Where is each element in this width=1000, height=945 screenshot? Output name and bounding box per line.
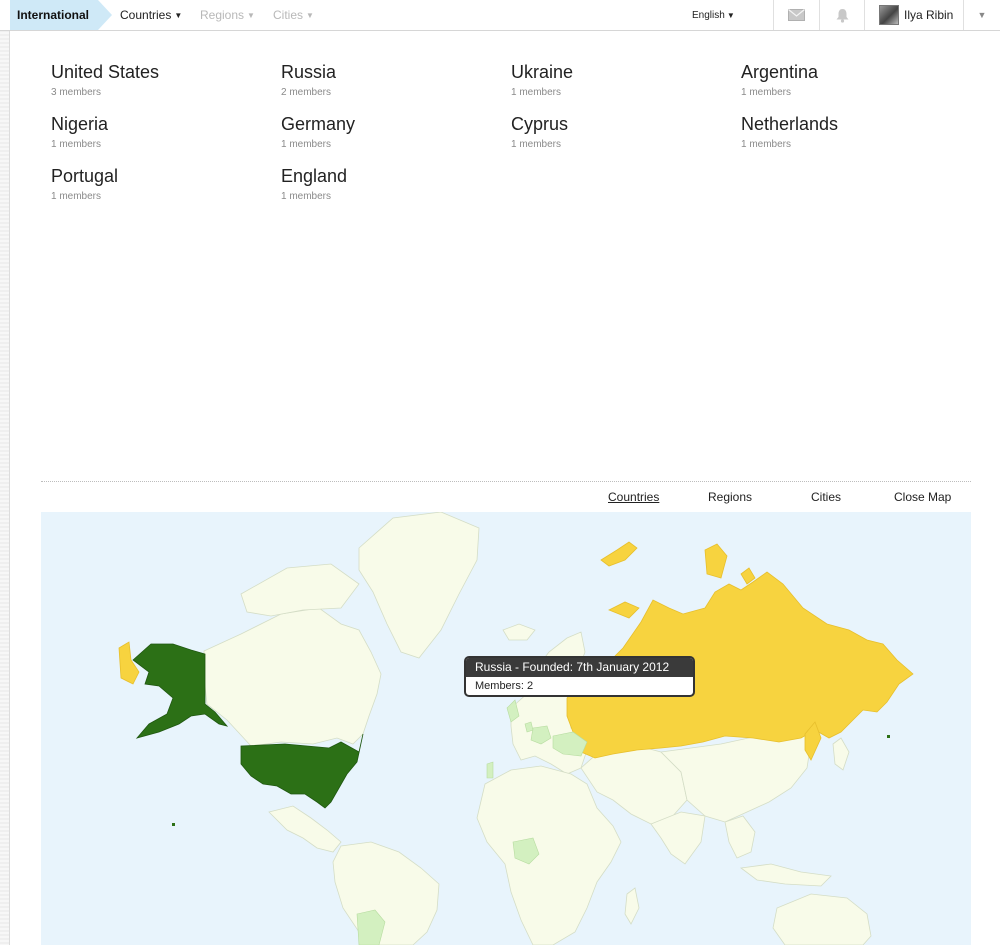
world-map[interactable] bbox=[41, 512, 971, 945]
countries-dropdown-label: Countries bbox=[120, 8, 172, 22]
country-name[interactable]: Germany bbox=[281, 113, 501, 135]
messages-button[interactable] bbox=[773, 0, 819, 30]
left-border-strip bbox=[0, 30, 10, 945]
country-item[interactable]: Ukraine 1 members bbox=[511, 61, 731, 98]
map-region-south-america[interactable] bbox=[332, 841, 440, 945]
country-member-count: 1 members bbox=[281, 191, 332, 202]
map-country-japan[interactable] bbox=[832, 737, 850, 771]
map-country-united-states-hawaii[interactable] bbox=[172, 823, 175, 826]
envelope-icon bbox=[788, 9, 805, 21]
country-name[interactable]: Ukraine bbox=[511, 61, 731, 83]
map-tab-regions[interactable]: Regions bbox=[708, 490, 752, 504]
country-name[interactable]: Netherlands bbox=[741, 113, 961, 135]
country-member-count: 1 members bbox=[511, 87, 562, 98]
bell-icon bbox=[836, 8, 848, 23]
map-tooltip: Russia - Founded: 7th January 2012 Membe… bbox=[464, 656, 695, 697]
user-name: Ilya Ribin bbox=[904, 8, 954, 22]
map-region-greenland-dot[interactable] bbox=[887, 735, 890, 738]
world-map-canvas bbox=[118, 512, 914, 945]
country-member-count: 1 members bbox=[741, 87, 792, 98]
map-region-indonesia[interactable] bbox=[739, 863, 832, 887]
map-country-portugal[interactable] bbox=[486, 761, 494, 779]
country-name[interactable]: Portugal bbox=[51, 165, 271, 187]
user-profile-button[interactable]: Ilya Ribin bbox=[864, 0, 963, 30]
country-name[interactable]: United States bbox=[51, 61, 271, 83]
map-region-arctic-islands[interactable] bbox=[240, 563, 360, 617]
map-country-canada[interactable] bbox=[203, 607, 382, 747]
country-item[interactable]: Netherlands 1 members bbox=[741, 113, 961, 150]
country-member-count: 3 members bbox=[51, 87, 102, 98]
language-selector[interactable]: English ▼ bbox=[692, 0, 735, 30]
country-member-count: 1 members bbox=[511, 139, 562, 150]
country-item[interactable]: Germany 1 members bbox=[281, 113, 501, 150]
regions-dropdown[interactable]: Regions ▼ bbox=[200, 0, 255, 30]
map-country-australia[interactable] bbox=[772, 893, 872, 945]
map-tab-cities[interactable]: Cities bbox=[811, 490, 841, 504]
country-item[interactable]: Portugal 1 members bbox=[51, 165, 271, 202]
map-divider bbox=[41, 481, 971, 482]
chevron-down-icon: ▼ bbox=[306, 11, 314, 20]
cities-dropdown[interactable]: Cities ▼ bbox=[273, 0, 314, 30]
country-name[interactable]: Cyprus bbox=[511, 113, 731, 135]
countries-dropdown[interactable]: Countries ▼ bbox=[120, 0, 182, 30]
map-tooltip-members: Members: 2 bbox=[475, 680, 534, 692]
language-label: English bbox=[692, 10, 725, 21]
map-tab-countries[interactable]: Countries bbox=[608, 490, 659, 504]
country-item[interactable]: England 1 members bbox=[281, 165, 501, 202]
map-region-russia-chukotka[interactable] bbox=[118, 641, 140, 685]
country-item[interactable]: Russia 2 members bbox=[281, 61, 501, 98]
avatar bbox=[879, 5, 899, 25]
country-item[interactable]: United States 3 members bbox=[51, 61, 271, 98]
top-navigation-bar: International Countries ▼ Regions ▼ Cities… bbox=[0, 0, 1000, 31]
chevron-down-icon: ▼ bbox=[174, 11, 183, 20]
map-region-central-america[interactable] bbox=[268, 805, 342, 853]
map-country-greenland[interactable] bbox=[358, 512, 480, 659]
map-country-madagascar[interactable] bbox=[624, 887, 640, 925]
country-member-count: 1 members bbox=[51, 139, 102, 150]
map-country-united-states[interactable] bbox=[240, 733, 364, 809]
country-name[interactable]: Russia bbox=[281, 61, 501, 83]
notifications-button[interactable] bbox=[819, 0, 864, 30]
country-member-count: 2 members bbox=[281, 87, 332, 98]
map-region-southeast-asia[interactable] bbox=[724, 815, 756, 859]
chevron-down-icon: ▼ bbox=[247, 11, 255, 20]
map-country-iceland[interactable] bbox=[502, 623, 536, 641]
regions-dropdown-label: Regions bbox=[200, 8, 245, 22]
chevron-down-icon: ▼ bbox=[977, 10, 987, 20]
cities-dropdown-label: Cities bbox=[273, 8, 304, 22]
account-menu-button[interactable]: ▼ bbox=[963, 0, 1000, 30]
country-name[interactable]: Argentina bbox=[741, 61, 961, 83]
breadcrumb-international[interactable]: International bbox=[10, 0, 112, 30]
country-name[interactable]: England bbox=[281, 165, 501, 187]
close-map-button[interactable]: Close Map bbox=[894, 490, 951, 504]
country-item[interactable]: Nigeria 1 members bbox=[51, 113, 271, 150]
country-member-count: 1 members bbox=[51, 191, 102, 202]
chevron-down-icon: ▼ bbox=[726, 11, 735, 20]
country-item[interactable]: Cyprus 1 members bbox=[511, 113, 731, 150]
country-name[interactable]: Nigeria bbox=[51, 113, 271, 135]
map-tooltip-title: Russia - Founded: 7th January 2012 bbox=[466, 658, 693, 677]
country-item[interactable]: Argentina 1 members bbox=[741, 61, 961, 98]
country-member-count: 1 members bbox=[281, 139, 332, 150]
country-member-count: 1 members bbox=[741, 139, 792, 150]
